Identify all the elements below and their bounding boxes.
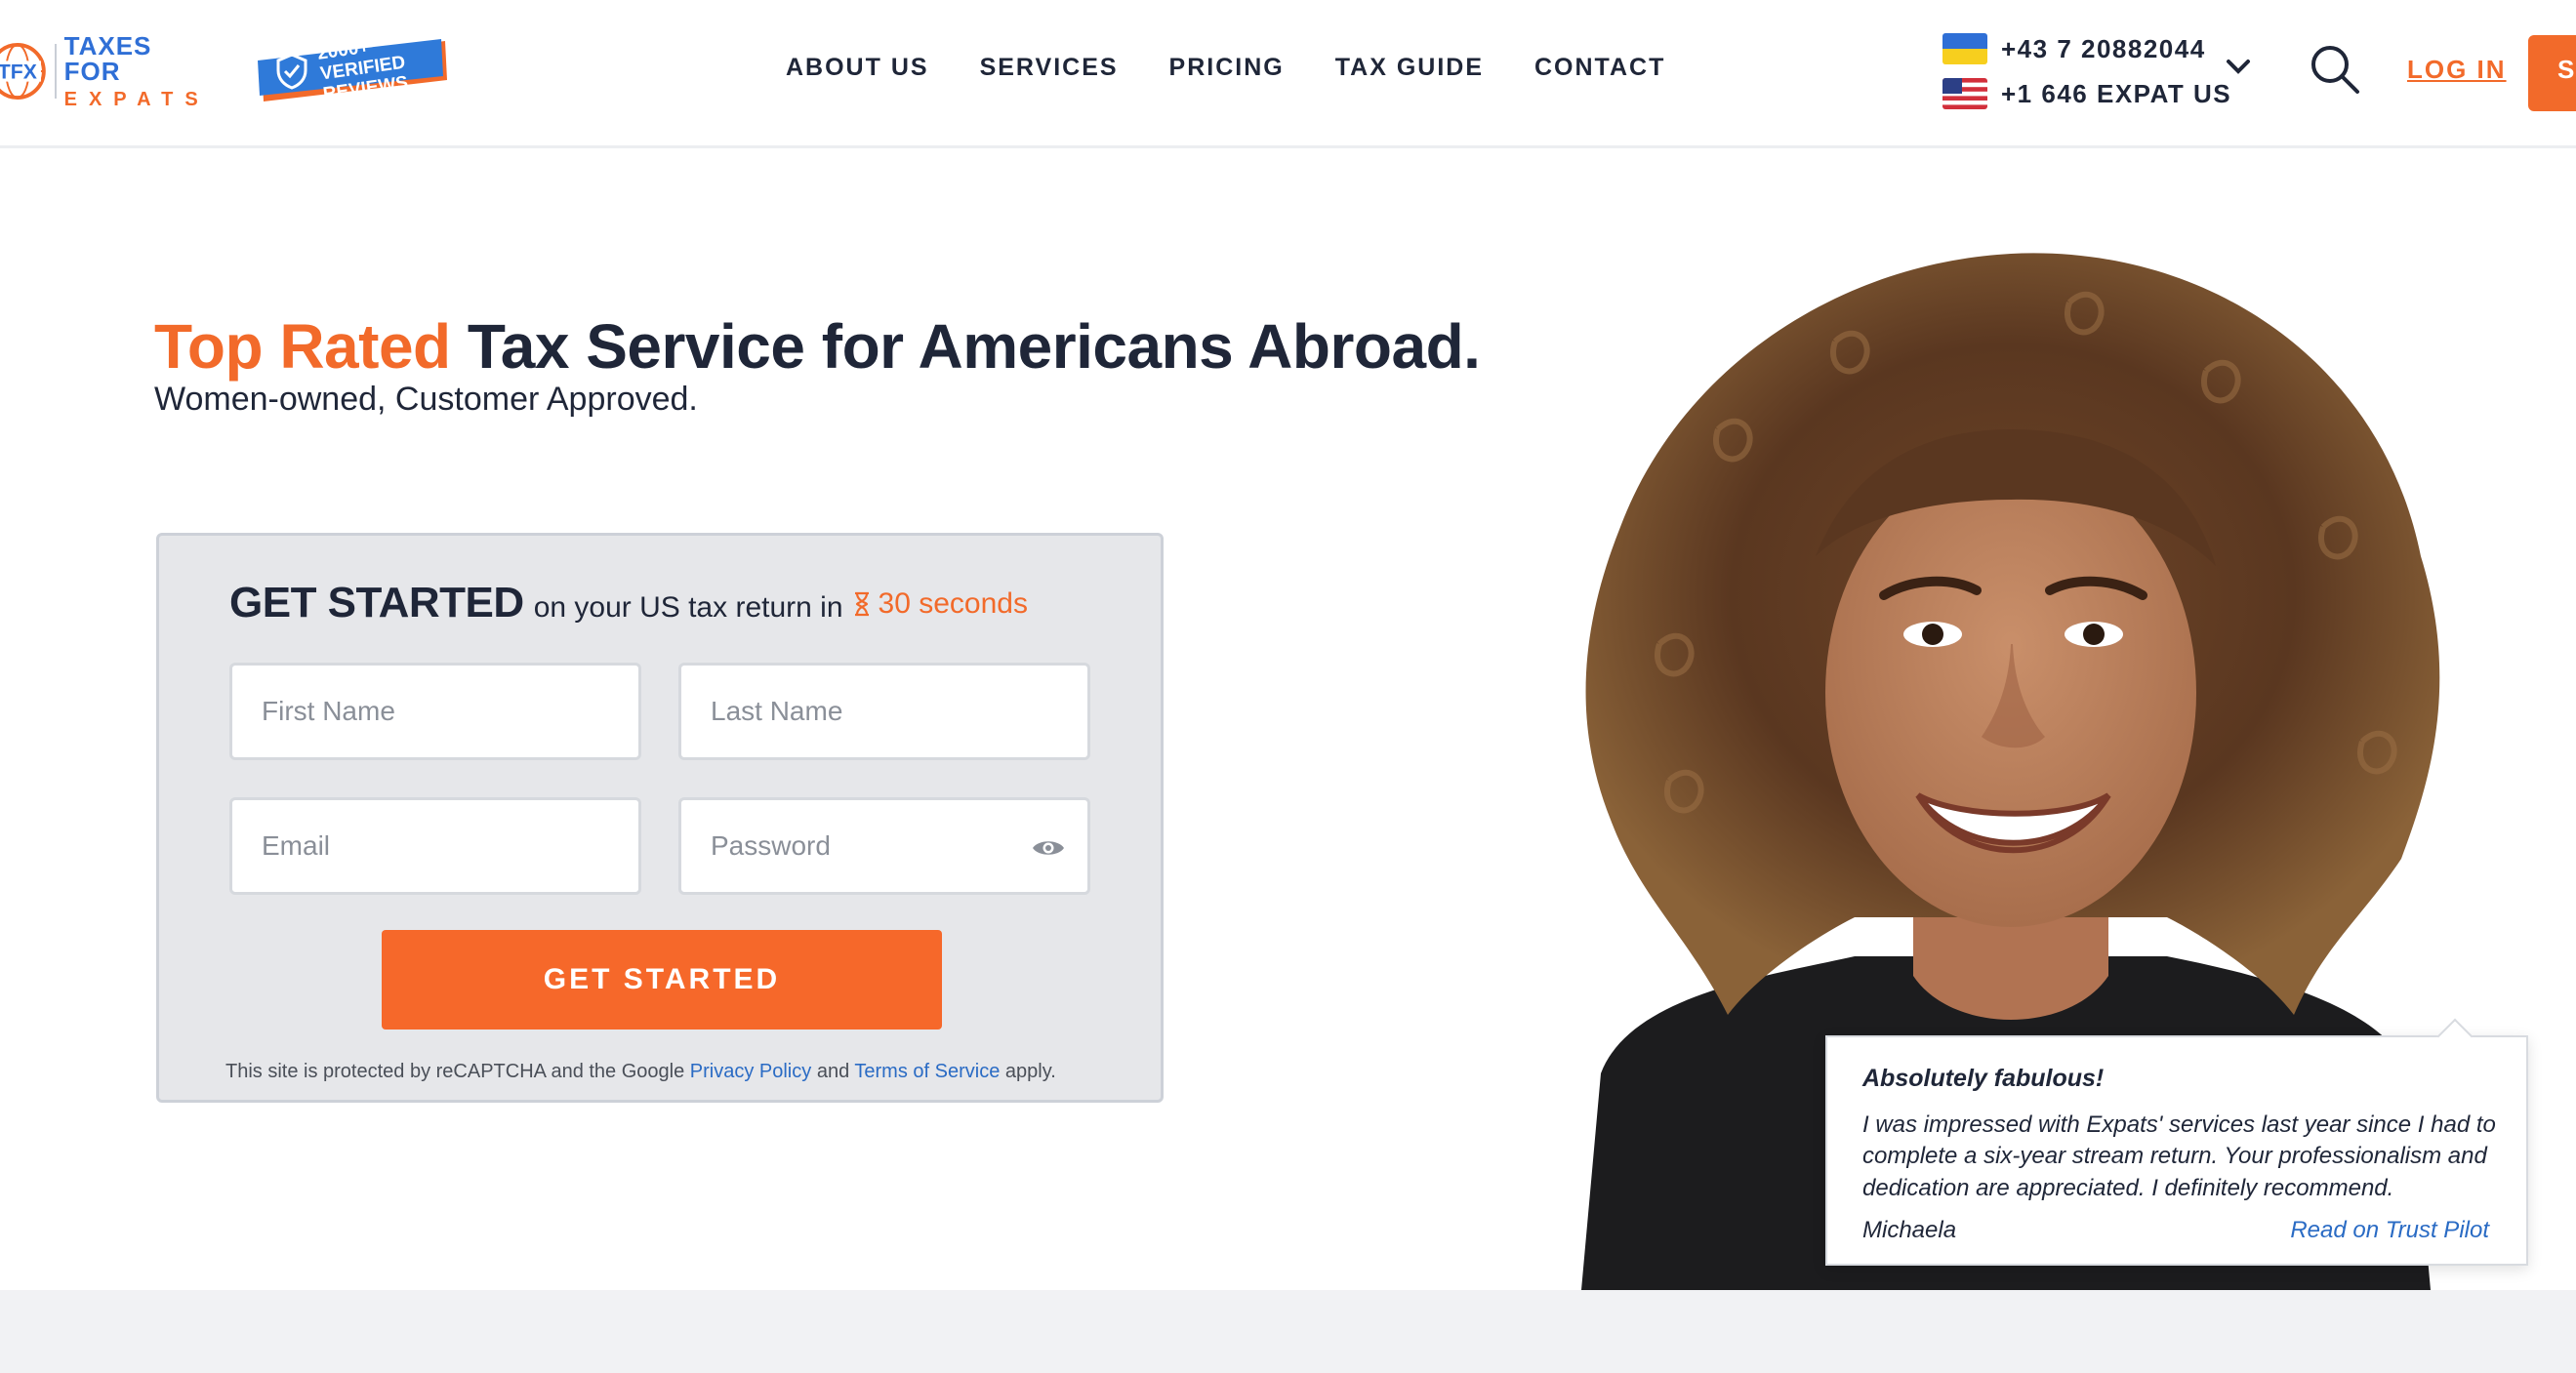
card-heading-big: GET STARTED <box>229 579 524 626</box>
signup-button[interactable]: S <box>2528 35 2576 111</box>
nav-tax-guide[interactable]: TAX GUIDE <box>1335 54 1484 82</box>
eye-icon[interactable] <box>1031 836 1066 860</box>
get-started-button[interactable]: GET STARTED <box>382 930 942 1030</box>
trustpilot-link[interactable]: Read on Trust Pilot <box>2290 1217 2489 1244</box>
first-name-input[interactable] <box>229 663 641 760</box>
phone-row-us[interactable]: +1 646 EXPAT US <box>1942 72 2231 115</box>
review-title: Absolutely fabulous! <box>1862 1065 2105 1092</box>
phone-numbers[interactable]: +43 7 20882044 +1 646 EXPAT US <box>1942 27 2231 115</box>
privacy-policy-link[interactable]: Privacy Policy <box>690 1061 811 1082</box>
review-author: Michaela <box>1862 1217 1957 1243</box>
legal-suffix: apply. <box>1000 1061 1056 1082</box>
main-nav: ABOUT US SERVICES PRICING TAX GUIDE CONT… <box>786 54 1665 82</box>
logo-divider <box>54 44 57 99</box>
globe-logo-icon: TFX <box>0 43 46 100</box>
email-input[interactable] <box>229 797 641 895</box>
nav-about-us[interactable]: ABOUT US <box>786 54 929 82</box>
hero-subtitle: Women-owned, Customer Approved. <box>154 381 698 418</box>
phone-row-austria[interactable]: +43 7 20882044 <box>1942 27 2231 70</box>
nav-pricing[interactable]: PRICING <box>1169 54 1285 82</box>
us-flag-icon <box>1942 78 1987 109</box>
last-name-input[interactable] <box>678 663 1090 760</box>
hero-title-rest: Tax Service for Americans Abroad. <box>450 311 1481 382</box>
logo-text: TAXES FOR EXPATS <box>64 33 211 109</box>
recaptcha-notice: This site is protected by reCAPTCHA and … <box>225 1061 1056 1083</box>
shield-check-icon <box>276 53 307 90</box>
phone-number-1: +43 7 20882044 <box>2001 33 2206 63</box>
timer-value: 30 seconds <box>878 587 1028 620</box>
nav-contact[interactable]: CONTACT <box>1534 54 1665 82</box>
verified-reviews-badge[interactable]: 2000+ VERIFIED REVIEWS <box>256 37 451 104</box>
hourglass-icon <box>854 591 869 617</box>
hero-title: Top Rated Tax Service for Americans Abro… <box>154 310 1481 383</box>
legal-and: and <box>811 1061 855 1082</box>
get-started-card: GET STARTED on your US tax return in 30 … <box>156 533 1164 1103</box>
next-section-band <box>0 1290 2576 1373</box>
password-input[interactable] <box>678 797 1090 895</box>
timer-text: 30 seconds <box>853 587 1028 621</box>
review-body: I was impressed with Expats' services la… <box>1862 1111 2496 1201</box>
ukraine-flag-icon <box>1942 33 1987 64</box>
phone-number-2: +1 646 EXPAT US <box>2001 78 2232 108</box>
legal-prefix: This site is protected by reCAPTCHA and … <box>225 1061 690 1082</box>
chevron-down-icon[interactable] <box>2224 57 2253 76</box>
card-heading: GET STARTED on your US tax return in 30 … <box>229 579 1028 627</box>
card-heading-small: on your US tax return in <box>533 591 843 624</box>
login-link[interactable]: LOG IN <box>2407 55 2507 85</box>
svg-text:TFX: TFX <box>0 61 37 84</box>
logo-line1: TAXES FOR <box>63 31 152 86</box>
search-icon[interactable] <box>2309 43 2361 96</box>
hero-title-accent: Top Rated <box>154 311 451 382</box>
nav-services[interactable]: SERVICES <box>980 54 1119 82</box>
logo-line2: EXPATS <box>63 89 210 110</box>
review-card: Absolutely fabulous! I was impressed wit… <box>1825 1018 2528 1266</box>
site-header: TFX TAXES FOR EXPATS 2000+ VERIFIED REVI… <box>0 0 2576 148</box>
site-logo[interactable]: TFX TAXES FOR EXPATS <box>0 33 211 109</box>
terms-of-service-link[interactable]: Terms of Service <box>854 1061 1000 1082</box>
